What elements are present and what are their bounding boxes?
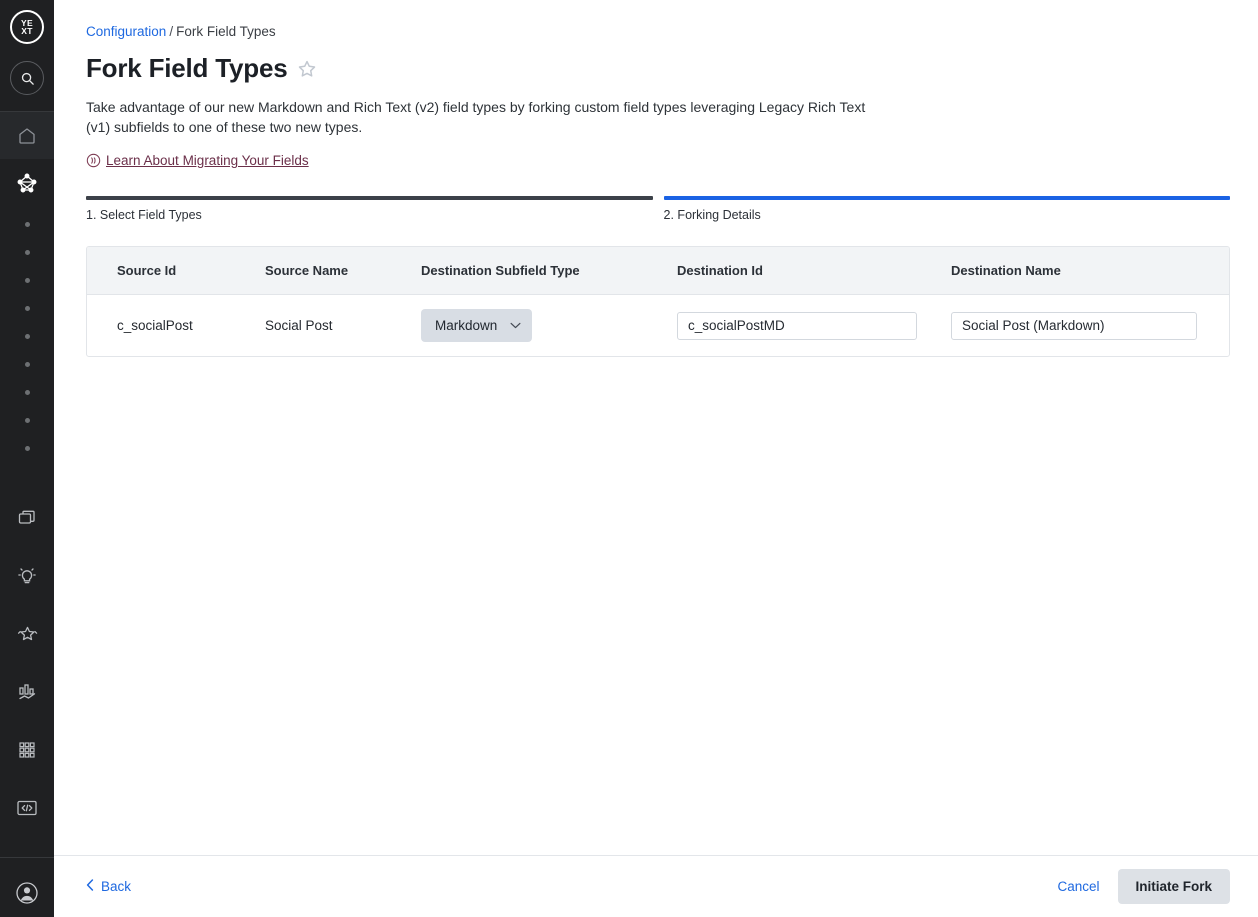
cell-source-name: Social Post [265,318,333,333]
chevron-left-icon [86,879,94,894]
initiate-fork-button[interactable]: Initiate Fork [1117,869,1231,904]
reviews-star-icon [17,626,37,640]
step-label-1: 1. Select Field Types [86,208,202,222]
cell-source-id: c_socialPost [117,318,193,333]
sidebar-dot[interactable] [24,222,30,228]
table-header-row: Source Id Source Name Destination Subfie… [87,247,1230,295]
step-select-field-types[interactable]: 1. Select Field Types [86,196,653,222]
sidebar-dot[interactable] [24,418,30,424]
yext-logo[interactable]: YE XT [10,10,44,44]
destination-name-input[interactable] [951,311,1197,340]
resource-circle-icon [86,153,101,168]
sidebar-subnav-dots [24,207,30,463]
cell-destination-name [951,295,1229,357]
global-sidebar: YE XT [0,0,54,917]
subfield-type-select[interactable]: Markdown [421,309,533,342]
cancel-button[interactable]: Cancel [1056,873,1102,900]
page-footer: Back Cancel Initiate Fork [54,855,1258,917]
pages-icon [18,510,35,524]
page-content: Configuration / Fork Field Types Fork Fiel… [54,0,1258,357]
step-bar-1 [86,196,653,200]
page-description: Take advantage of our new Markdown and R… [86,99,866,135]
title-row: Fork Field Types [86,53,1230,84]
developer-code-icon [17,800,37,815]
sidebar-dot[interactable] [24,446,30,452]
destination-id-input[interactable] [677,311,917,340]
favorite-star-icon[interactable] [297,59,317,79]
app-root: YE XT Configuration / Fork Field Types F… [0,0,1258,917]
chevron-down-icon [510,322,521,329]
breadcrumb-separator: / [169,24,174,39]
step-forking-details[interactable]: 2. Forking Details [663,196,1231,222]
column-header-destination-subfield-type: Destination Subfield Type [421,247,677,295]
subfield-type-value: Markdown [435,318,498,333]
fork-fields-table: Source Id Source Name Destination Subfie… [86,246,1231,357]
cell-destination-id [677,295,951,357]
home-icon [19,127,35,144]
lightbulb-icon [18,568,36,583]
back-label: Back [101,879,132,894]
sidebar-item-account[interactable] [0,870,54,917]
stepper: 1. Select Field Types 2. Forking Details [86,196,1231,222]
apps-grid-icon [19,742,35,758]
sidebar-item-pages[interactable] [0,489,54,547]
learn-about-migrating-link[interactable]: Learn About Migrating Your Fields [106,153,309,168]
page-title: Fork Field Types [86,53,288,83]
sidebar-divider-bottom [0,856,54,858]
sidebar-item-insights[interactable] [0,547,54,605]
table-row: c_socialPost Social Post Markdown [87,295,1229,357]
logo-line-2: XT [21,26,33,36]
cell-subfield-type: Markdown [421,295,677,357]
sidebar-item-reviews[interactable] [0,605,54,663]
avatar-icon [16,882,38,904]
sidebar-dot[interactable] [24,390,30,396]
sidebar-mid-items [0,489,54,837]
column-header-source-id: Source Id [87,247,265,295]
column-header-source-name: Source Name [265,247,421,295]
analytics-icon [18,684,35,699]
breadcrumb-link-configuration[interactable]: Configuration [86,24,166,39]
sidebar-dot[interactable] [24,278,30,284]
breadcrumb: Configuration / Fork Field Types [86,24,1230,39]
column-header-destination-id: Destination Id [677,247,951,295]
sidebar-dot[interactable] [24,306,30,312]
main-content: Configuration / Fork Field Types Fork Fiel… [54,0,1258,917]
footer-actions: Cancel Initiate Fork [1056,869,1231,904]
sidebar-item-knowledge-graph[interactable] [0,159,54,206]
sidebar-item-home[interactable] [0,111,54,160]
learn-more-row: Learn About Migrating Your Fields [86,153,1230,168]
step-bar-2 [663,196,1231,200]
column-header-destination-name: Destination Name [951,247,1230,295]
sidebar-item-apps[interactable] [0,721,54,779]
search-icon[interactable] [10,61,44,95]
sidebar-top: YE XT [0,0,54,95]
sidebar-dot[interactable] [24,250,30,256]
step-label-2: 2. Forking Details [663,208,761,222]
knowledge-graph-icon [17,173,37,193]
sidebar-item-developer[interactable] [0,779,54,837]
sidebar-dot[interactable] [24,362,30,368]
breadcrumb-current: Fork Field Types [176,24,276,39]
sidebar-dot[interactable] [24,334,30,340]
sidebar-item-analytics[interactable] [0,663,54,721]
back-button[interactable]: Back [86,879,131,894]
